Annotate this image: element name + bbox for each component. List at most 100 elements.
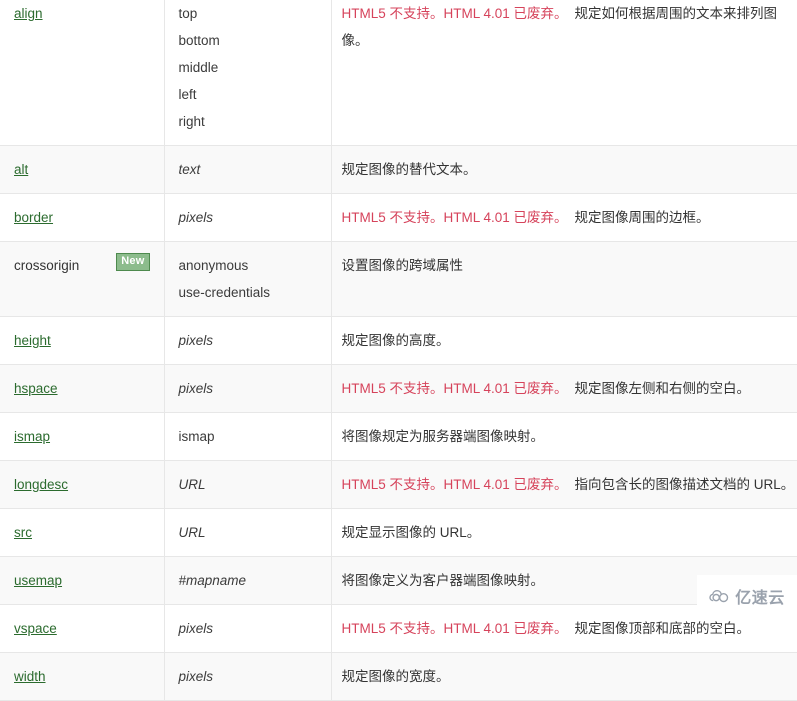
table-row: crossorigin New anonymous use-credentials 设置…: [0, 241, 797, 317]
attribute-link-src[interactable]: src: [14, 525, 32, 540]
attribute-name-wrapper: hspace: [14, 375, 164, 402]
table-row: alt text 规定图像的替代文本。: [0, 145, 797, 194]
deprecation-note: HTML5 不支持。HTML 4.01 已废弃。: [341, 210, 568, 225]
attribute-cell: longdesc: [0, 460, 165, 509]
attribute-cell: hspace: [0, 364, 165, 413]
attribute-cell: height: [0, 316, 165, 365]
description-text: 规定图像左侧和右侧的空白。: [574, 381, 751, 396]
attribute-link-alt[interactable]: alt: [14, 162, 28, 177]
table-row: usemap #mapname 将图像定义为客户器端图像映射。: [0, 556, 797, 605]
value-item: pixels: [178, 210, 214, 225]
attribute-link-ismap[interactable]: ismap: [14, 429, 50, 444]
attribute-name-wrapper: width: [14, 663, 164, 690]
value-cell: #mapname: [164, 556, 332, 605]
value-item: URL: [178, 477, 206, 492]
attribute-cell: width: [0, 652, 165, 701]
value-cell: pixels: [164, 193, 332, 242]
attribute-name-wrapper: src: [14, 519, 164, 546]
description-cell: 规定图像的高度。: [331, 316, 797, 365]
table-row: hspace pixels HTML5 不支持。HTML 4.01 已废弃。 规定图像…: [0, 364, 797, 413]
attribute-cell: usemap: [0, 556, 165, 605]
description-text: 规定图像的宽度。: [341, 669, 450, 684]
deprecation-note: HTML5 不支持。HTML 4.01 已废弃。: [341, 477, 568, 492]
value-cell: text: [164, 145, 332, 194]
attribute-link-height[interactable]: height: [14, 333, 51, 348]
value-item: middle: [178, 60, 219, 75]
value-cell: pixels: [164, 652, 332, 701]
table-row: height pixels 规定图像的高度。: [0, 316, 797, 365]
attribute-link-hspace[interactable]: hspace: [14, 381, 58, 396]
attribute-name-wrapper: ismap: [14, 423, 164, 450]
value-item: right: [178, 114, 205, 129]
value-cell: top bottom middle left right: [164, 0, 332, 146]
deprecation-note: HTML5 不支持。HTML 4.01 已废弃。: [341, 381, 568, 396]
description-cell: 规定图像的替代文本。: [331, 145, 797, 194]
attribute-cell: border: [0, 193, 165, 242]
description-cell: 将图像定义为客户器端图像映射。: [331, 556, 797, 605]
attribute-name-wrapper: longdesc: [14, 471, 164, 498]
description-text: 设置图像的跨域属性: [341, 258, 464, 273]
attribute-name-wrapper: height: [14, 327, 164, 354]
attribute-link-longdesc[interactable]: longdesc: [14, 477, 68, 492]
value-item: bottom: [178, 33, 220, 48]
table-row: width pixels 规定图像的宽度。: [0, 652, 797, 701]
value-cell: pixels: [164, 364, 332, 413]
description-text: 规定图像的高度。: [341, 333, 450, 348]
description-cell: HTML5 不支持。HTML 4.01 已废弃。 规定图像左侧和右侧的空白。: [331, 364, 797, 413]
description-cell: 规定图像的宽度。: [331, 652, 797, 701]
value-cell: anonymous use-credentials: [164, 241, 332, 317]
attribute-name-wrapper: border: [14, 204, 164, 231]
attribute-name-wrapper: crossorigin New: [14, 252, 164, 279]
description-cell: HTML5 不支持。HTML 4.01 已废弃。 指向包含长的图像描述文档的 UR…: [331, 460, 797, 509]
value-item: pixels: [178, 381, 214, 396]
value-item: top: [178, 6, 198, 21]
value-item: pixels: [178, 333, 214, 348]
description-text: 规定显示图像的 URL。: [341, 525, 481, 540]
attribute-link-border[interactable]: border: [14, 210, 53, 225]
description-text: 规定图像的替代文本。: [341, 162, 477, 177]
attribute-cell: src: [0, 508, 165, 557]
description-text: 规定图像周围的边框。: [574, 210, 710, 225]
table-row: src URL 规定显示图像的 URL。: [0, 508, 797, 557]
value-item: ismap: [178, 429, 215, 444]
attribute-link-usemap[interactable]: usemap: [14, 573, 62, 588]
description-cell: 将图像规定为服务器端图像映射。: [331, 412, 797, 461]
attribute-name-wrapper: align: [14, 0, 164, 27]
description-cell: HTML5 不支持。HTML 4.01 已废弃。 规定图像顶部和底部的空白。: [331, 604, 797, 653]
description-text: 将图像定义为客户器端图像映射。: [341, 573, 545, 588]
attribute-link-align[interactable]: align: [14, 6, 43, 21]
attribute-link-width[interactable]: width: [14, 669, 46, 684]
attribute-cell: crossorigin New: [0, 241, 165, 317]
value-item: use-credentials: [178, 285, 271, 300]
new-badge: New: [116, 253, 150, 271]
deprecation-note: HTML5 不支持。HTML 4.01 已废弃。: [341, 621, 568, 636]
table-row: ismap ismap 将图像规定为服务器端图像映射。: [0, 412, 797, 461]
description-cell: HTML5 不支持。HTML 4.01 已废弃。 规定图像周围的边框。: [331, 193, 797, 242]
description-text: 规定图像顶部和底部的空白。: [574, 621, 751, 636]
table-row: border pixels HTML5 不支持。HTML 4.01 已废弃。 规定图像…: [0, 193, 797, 242]
value-item: text: [178, 162, 201, 177]
value-item: pixels: [178, 621, 214, 636]
attribute-cell: vspace: [0, 604, 165, 653]
attribute-table-body: align top bottom middle left right HTML5 不支持。H…: [0, 0, 797, 701]
attribute-cell: alt: [0, 145, 165, 194]
value-item: URL: [178, 525, 206, 540]
table-row: vspace pixels HTML5 不支持。HTML 4.01 已废弃。 规定图像…: [0, 604, 797, 653]
value-item: anonymous: [178, 258, 249, 273]
table-row: longdesc URL HTML5 不支持。HTML 4.01 已废弃。 指向包含长…: [0, 460, 797, 509]
attribute-link-vspace[interactable]: vspace: [14, 621, 57, 636]
attribute-name-wrapper: alt: [14, 156, 164, 183]
attribute-name-wrapper: usemap: [14, 567, 164, 594]
value-item: left: [178, 87, 197, 102]
value-cell: ismap: [164, 412, 332, 461]
value-item: #mapname: [178, 573, 247, 588]
table-row: align top bottom middle left right HTML5 不支持。H…: [0, 0, 797, 146]
value-cell: pixels: [164, 604, 332, 653]
attribute-cell: ismap: [0, 412, 165, 461]
description-text: 指向包含长的图像描述文档的 URL。: [574, 477, 795, 492]
value-cell: pixels: [164, 316, 332, 365]
description-text: 将图像规定为服务器端图像映射。: [341, 429, 545, 444]
value-item: pixels: [178, 669, 214, 684]
deprecation-note: HTML5 不支持。HTML 4.01 已废弃。: [341, 6, 568, 21]
value-cell: URL: [164, 508, 332, 557]
